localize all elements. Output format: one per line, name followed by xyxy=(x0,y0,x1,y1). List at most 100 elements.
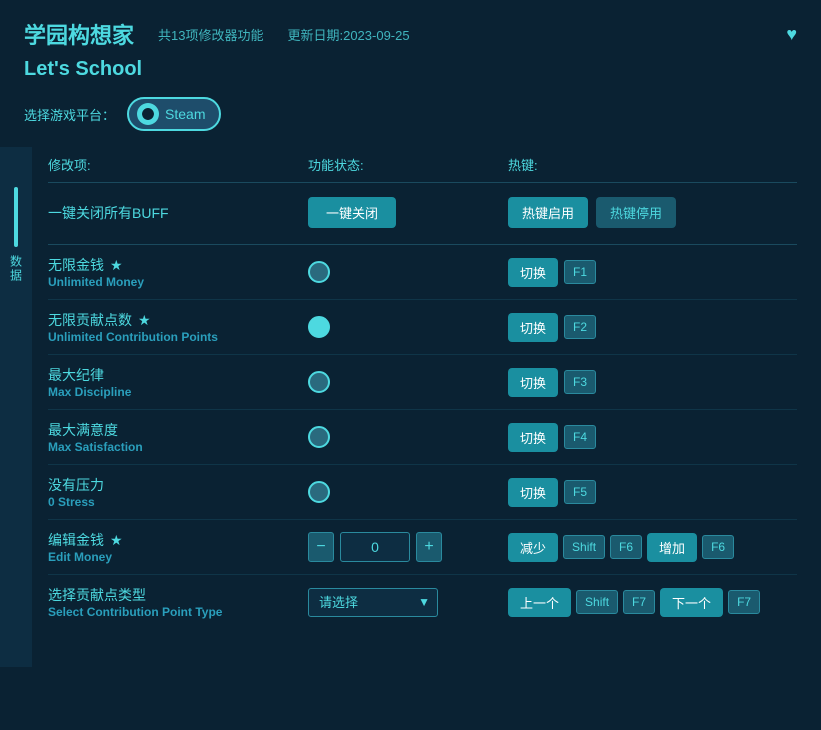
hotkey-tag-no-stress: F5 xyxy=(564,480,596,504)
mod-name-col-no-stress: 没有压力 0 Stress xyxy=(48,475,308,509)
plus-button[interactable]: + xyxy=(416,532,442,562)
edit-money-star[interactable]: ★ xyxy=(110,532,123,549)
mod-row-no-stress: 没有压力 0 Stress 切换 F5 xyxy=(48,465,797,520)
toggle-no-stress[interactable] xyxy=(308,481,330,503)
hotkey-tag-unlimited-contribution: F2 xyxy=(564,315,596,339)
mod-hotkey-col-unlimited-contribution: 切换 F2 xyxy=(508,313,797,342)
mod-name-col-max-satisfaction: 最大满意度 Max Satisfaction xyxy=(48,420,308,454)
mod-zh-unlimited-money: 无限金钱 xyxy=(48,255,104,275)
top-controls-row: 一键关闭所有BUFF 一键关闭 热键启用 热键停用 xyxy=(48,187,797,245)
increase-btn[interactable]: 增加 xyxy=(647,533,697,562)
edit-money-name-row: 编辑金钱 ★ xyxy=(48,530,308,550)
close-all-button[interactable]: 一键关闭 xyxy=(308,197,396,228)
col-header-hotkey: 热键: xyxy=(508,155,797,174)
main-content: 数据 修改项: 功能状态: 热键: 一键关闭所有BUFF 一键关闭 热键启用 热… xyxy=(0,147,821,667)
toggle-key-btn-no-stress[interactable]: 切换 xyxy=(508,478,558,507)
contribution-type-name-col: 选择贡献点类型 Select Contribution Point Type xyxy=(48,585,308,619)
toggle-unlimited-contribution[interactable] xyxy=(308,316,330,338)
toggle-key-btn-unlimited-money[interactable]: 切换 xyxy=(508,258,558,287)
mod-toggle-col-max-satisfaction xyxy=(308,426,508,448)
mod-count: 共13项修改器功能 xyxy=(158,25,263,44)
mod-name-row-max-discipline: 最大纪律 xyxy=(48,365,308,385)
mod-toggle-col-max-discipline xyxy=(308,371,508,393)
mod-name-row-unlimited-contribution: 无限贡献点数 ★ xyxy=(48,310,308,330)
update-date: 更新日期:2023-09-25 xyxy=(287,25,409,44)
contribution-type-select[interactable]: 请选择 xyxy=(308,588,438,617)
prev-btn[interactable]: 上一个 xyxy=(508,588,571,617)
increase-key-tag: F6 xyxy=(702,535,734,559)
contribution-type-hotkeys: 上一个 Shift F7 下一个 F7 xyxy=(508,588,797,617)
decrease-btn[interactable]: 减少 xyxy=(508,533,558,562)
platform-steam-button[interactable]: Steam xyxy=(127,97,221,131)
mod-zh-unlimited-contribution: 无限贡献点数 xyxy=(48,310,132,330)
decrease-mod-tag: Shift xyxy=(563,535,605,559)
contribution-type-select-col: 请选择 ▼ xyxy=(308,588,508,617)
mod-hotkey-col-max-satisfaction: 切换 F4 xyxy=(508,423,797,452)
platform-row: 选择游戏平台： Steam xyxy=(0,93,821,147)
mod-row-max-satisfaction: 最大满意度 Max Satisfaction 切换 F4 xyxy=(48,410,797,465)
toggle-key-btn-max-satisfaction[interactable]: 切换 xyxy=(508,423,558,452)
mod-hotkey-col-no-stress: 切换 F5 xyxy=(508,478,797,507)
mod-en-max-satisfaction: Max Satisfaction xyxy=(48,440,308,454)
edit-money-hotkeys: 减少 Shift F6 增加 F6 xyxy=(508,533,797,562)
steam-icon xyxy=(137,103,159,125)
money-input[interactable] xyxy=(340,532,410,562)
minus-button[interactable]: − xyxy=(308,532,334,562)
mod-hotkey-col-unlimited-money: 切换 F1 xyxy=(508,258,797,287)
edit-money-name-col: 编辑金钱 ★ Edit Money xyxy=(48,530,308,564)
mod-rows-container: 无限金钱 ★ Unlimited Money 切换 F1 无限贡献点数 ★ Un… xyxy=(48,245,797,520)
hotkey-tag-max-satisfaction: F4 xyxy=(564,425,596,449)
mod-en-unlimited-money: Unlimited Money xyxy=(48,275,308,289)
mod-hotkey-col-max-discipline: 切换 F3 xyxy=(508,368,797,397)
edit-money-row: 编辑金钱 ★ Edit Money − + 减少 Shift F6 增加 F6 xyxy=(48,520,797,575)
contribution-type-en: Select Contribution Point Type xyxy=(48,605,308,619)
hotkey-tag-max-discipline: F3 xyxy=(564,370,596,394)
mod-row-unlimited-contribution: 无限贡献点数 ★ Unlimited Contribution Points 切… xyxy=(48,300,797,355)
table-area: 修改项: 功能状态: 热键: 一键关闭所有BUFF 一键关闭 热键启用 热键停用… xyxy=(32,147,821,667)
edit-money-en: Edit Money xyxy=(48,550,308,564)
mod-toggle-col-unlimited-contribution xyxy=(308,316,508,338)
mod-name-row-unlimited-money: 无限金钱 ★ xyxy=(48,255,308,275)
game-subtitle: Let's School xyxy=(0,58,821,93)
edit-money-controls: − + xyxy=(308,532,508,562)
dropdown-wrapper: 请选择 ▼ xyxy=(308,588,438,617)
col-header-mod: 修改项: xyxy=(48,155,308,174)
mod-zh-max-satisfaction: 最大满意度 xyxy=(48,420,118,440)
platform-label: 选择游戏平台： xyxy=(24,105,115,124)
heart-icon[interactable]: ♥ xyxy=(786,24,797,45)
mod-name-row-no-stress: 没有压力 xyxy=(48,475,308,495)
hotkey-tag-unlimited-money: F1 xyxy=(564,260,596,284)
star-icon-unlimited-money[interactable]: ★ xyxy=(110,257,123,274)
toggle-max-discipline[interactable] xyxy=(308,371,330,393)
close-all-label: 一键关闭所有BUFF xyxy=(48,203,308,223)
sidebar-bar-icon xyxy=(14,187,18,247)
sidebar-label: 数据 xyxy=(8,255,25,283)
mod-toggle-col-no-stress xyxy=(308,481,508,503)
mod-name-col-unlimited-contribution: 无限贡献点数 ★ Unlimited Contribution Points xyxy=(48,310,308,344)
next-btn[interactable]: 下一个 xyxy=(660,588,723,617)
mod-en-no-stress: 0 Stress xyxy=(48,495,308,509)
column-headers: 修改项: 功能状态: 热键: xyxy=(48,147,797,183)
toggle-unlimited-money[interactable] xyxy=(308,261,330,283)
contribution-type-zh: 选择贡献点类型 xyxy=(48,585,308,605)
prev-key-tag: F7 xyxy=(623,590,655,614)
star-icon-unlimited-contribution[interactable]: ★ xyxy=(138,312,151,329)
mod-name-row-max-satisfaction: 最大满意度 xyxy=(48,420,308,440)
edit-money-zh: 编辑金钱 xyxy=(48,530,104,550)
mod-en-unlimited-contribution: Unlimited Contribution Points xyxy=(48,330,308,344)
toggle-key-btn-max-discipline[interactable]: 切换 xyxy=(508,368,558,397)
decrease-key-tag: F6 xyxy=(610,535,642,559)
platform-text: Steam xyxy=(165,106,205,122)
prev-mod-tag: Shift xyxy=(576,590,618,614)
toggle-max-satisfaction[interactable] xyxy=(308,426,330,448)
hotkey-enable-button[interactable]: 热键启用 xyxy=(508,197,588,228)
header: 学园构想家 共13项修改器功能 更新日期:2023-09-25 ♥ xyxy=(0,0,821,58)
hotkey-disable-button[interactable]: 热键停用 xyxy=(596,197,676,228)
mod-name-col-unlimited-money: 无限金钱 ★ Unlimited Money xyxy=(48,255,308,289)
mod-en-max-discipline: Max Discipline xyxy=(48,385,308,399)
contribution-type-row: 选择贡献点类型 Select Contribution Point Type 请… xyxy=(48,575,797,629)
mod-toggle-col-unlimited-money xyxy=(308,261,508,283)
mod-zh-no-stress: 没有压力 xyxy=(48,475,104,495)
toggle-key-btn-unlimited-contribution[interactable]: 切换 xyxy=(508,313,558,342)
col-header-status: 功能状态: xyxy=(308,155,508,174)
